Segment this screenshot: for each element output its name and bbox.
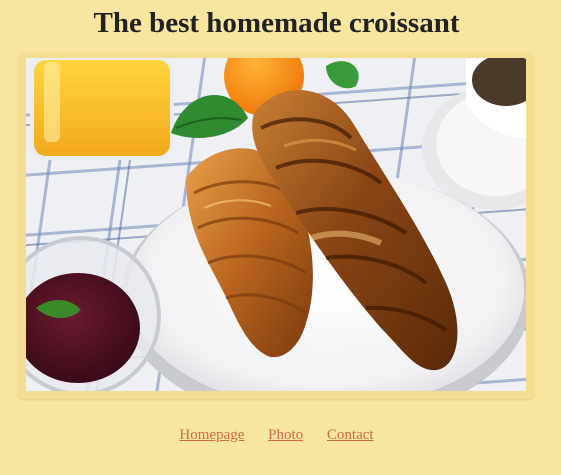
croissant-photo [26, 58, 526, 391]
nav-link-homepage[interactable]: Homepage [179, 427, 244, 443]
page-title: The best homemade croissant [93, 7, 460, 39]
footer-nav: Homepage Photo Contact [0, 425, 553, 445]
nav-link-photo[interactable]: Photo [268, 427, 303, 443]
nav-link-contact[interactable]: Contact [327, 427, 374, 443]
photo-card [18, 53, 534, 399]
